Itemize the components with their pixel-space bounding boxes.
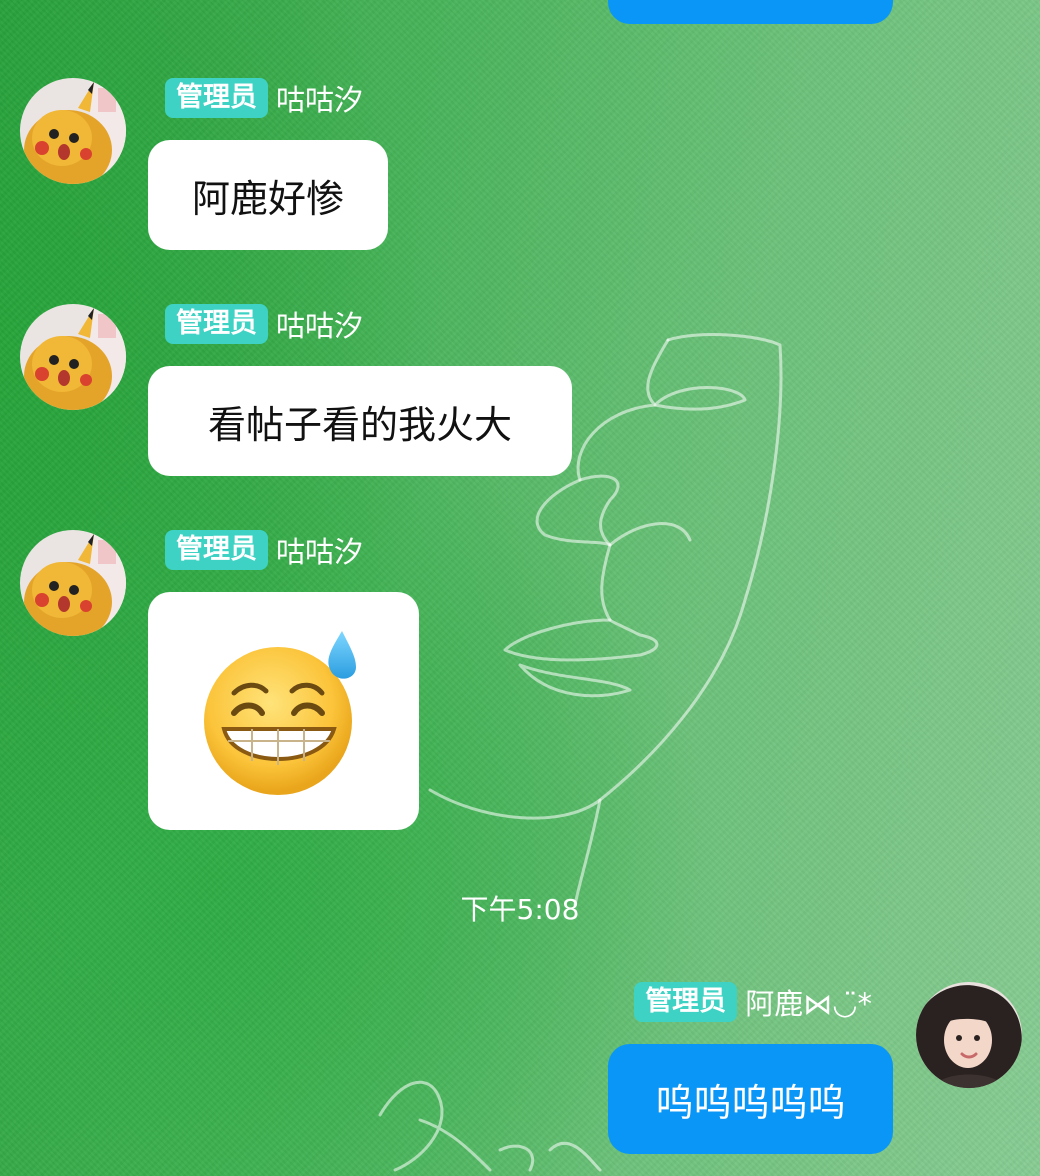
grinning-sweat-emoji-icon [203,631,356,795]
admin-badge: 管理员 [165,78,268,118]
admin-badge: 管理员 [165,304,268,344]
message-bubble[interactable]: 阿鹿好惨 [148,140,388,250]
sender-avatar[interactable] [20,530,126,636]
user-photo-avatar-icon [916,982,1022,1088]
message-meta: 管理员 阿鹿⋈◡̈* [634,982,872,1022]
admin-badge: 管理员 [165,530,268,570]
sticker-bubble[interactable] [148,592,419,830]
message-bubble[interactable]: 呜呜呜呜呜 [608,1044,893,1154]
sender-name[interactable]: 咕咕汐 [276,303,363,345]
message-meta: 管理员 咕咕汐 [165,78,363,118]
pikachu-avatar-icon [20,78,126,184]
sender-avatar[interactable] [20,78,126,184]
sender-name[interactable]: 咕咕汐 [276,77,363,119]
pikachu-avatar-icon [20,530,126,636]
message-timestamp: 下午5:08 [460,893,580,926]
sender-name[interactable]: 咕咕汐 [276,529,363,571]
sender-name[interactable]: 阿鹿⋈◡̈* [745,981,872,1023]
pikachu-avatar-icon [20,304,126,410]
sender-avatar[interactable] [20,304,126,410]
previous-message-bubble[interactable] [608,0,893,24]
message-meta: 管理员 咕咕汐 [165,530,363,570]
admin-badge: 管理员 [634,982,738,1022]
message-meta: 管理员 咕咕汐 [165,304,363,344]
message-bubble[interactable]: 看帖子看的我火大 [148,366,572,476]
self-avatar[interactable] [916,982,1022,1088]
